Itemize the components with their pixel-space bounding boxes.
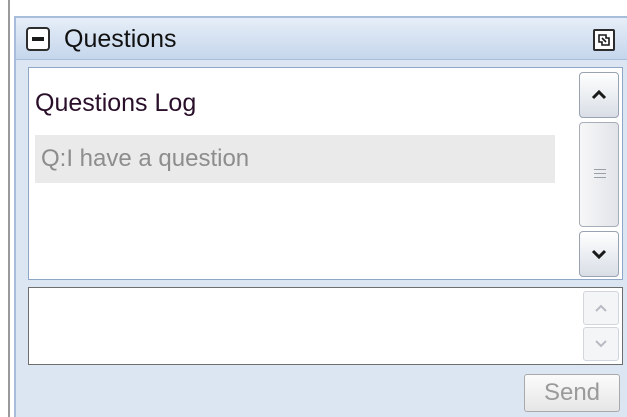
log-entry: Q:I have a question <box>35 135 555 183</box>
grip-line <box>594 177 606 178</box>
panel-titlebar: Questions <box>16 18 627 60</box>
chevron-up-icon <box>591 89 607 100</box>
chevron-down-icon <box>595 340 607 348</box>
questions-log: Questions Log Q:I have a question <box>28 67 623 280</box>
input-scrollbar[interactable] <box>583 291 619 361</box>
grip-line <box>594 173 606 174</box>
question-input[interactable] <box>29 288 577 364</box>
scroll-up-button[interactable] <box>579 72 619 118</box>
chevron-down-icon <box>591 249 607 260</box>
input-scroll-down-button[interactable] <box>583 327 619 361</box>
log-scrollbar[interactable] <box>579 72 619 277</box>
collapse-minus-icon[interactable] <box>26 27 50 51</box>
panel-title: Questions <box>64 25 177 53</box>
question-input-box <box>28 287 623 365</box>
scroll-down-button[interactable] <box>579 231 619 277</box>
log-entry-text: Q:I have a question <box>41 145 250 172</box>
scroll-thumb[interactable] <box>579 122 619 227</box>
questions-panel: Questions Questions Log Q:I have a quest… <box>14 16 627 417</box>
popout-glyph <box>598 34 610 46</box>
popout-window-icon[interactable] <box>593 29 615 51</box>
input-scroll-up-button[interactable] <box>583 291 619 325</box>
grip-line <box>594 169 606 170</box>
send-button[interactable]: Send <box>524 374 620 412</box>
log-heading: Questions Log <box>35 89 197 117</box>
left-divider <box>8 0 10 417</box>
minus-bar <box>32 37 44 41</box>
chevron-up-icon <box>595 304 607 312</box>
